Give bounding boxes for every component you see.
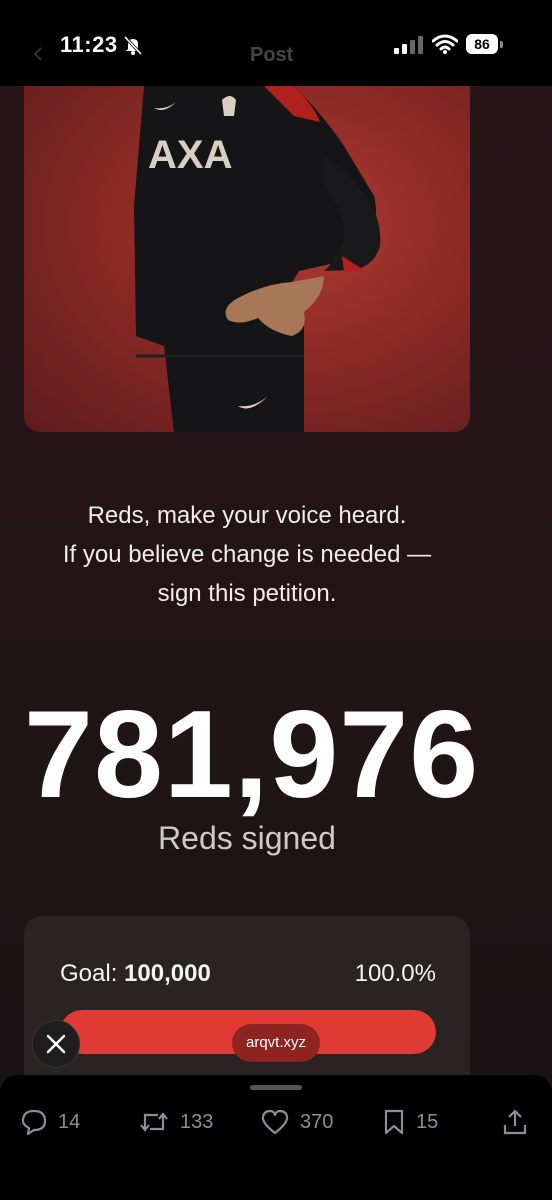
repost-button[interactable]: 133: [138, 1107, 213, 1137]
back-arrow-icon[interactable]: [30, 46, 46, 62]
reply-count: 14: [58, 1110, 81, 1133]
cellular-signal-icon: [394, 36, 423, 54]
battery-cap: [500, 41, 503, 48]
sponsor-logo: AXA: [148, 133, 232, 177]
bookmark-count: 15: [416, 1110, 439, 1133]
share-button[interactable]: [502, 1107, 538, 1137]
message-line-2: If you believe change is needed —: [62, 541, 432, 568]
repost-count: 133: [180, 1110, 214, 1133]
petition-message: Reds, make your voice heard. If you beli…: [0, 496, 494, 613]
signature-count: 781,976: [24, 686, 480, 824]
status-bar: 11:23 Post 86: [0, 0, 552, 86]
share-icon: [503, 1109, 527, 1135]
bookmark-icon: [384, 1109, 404, 1135]
link-domain-badge[interactable]: arqvt.xyz: [232, 1024, 320, 1062]
goal-value: 100,000: [124, 960, 211, 987]
bell-off-icon: [123, 35, 143, 56]
player-illustration: AXA: [134, 86, 381, 432]
close-button[interactable]: [32, 1020, 80, 1068]
like-count: 370: [300, 1110, 334, 1133]
heart-icon: [261, 1109, 289, 1135]
battery-level: 86: [466, 34, 498, 54]
sheet-grabber[interactable]: [250, 1085, 302, 1090]
goal-text: Goal: 100,000: [60, 960, 211, 988]
bookmark-button[interactable]: 15: [382, 1107, 438, 1137]
wifi-icon: [432, 34, 458, 54]
goal-percent: 100.0%: [354, 960, 436, 987]
close-icon: [46, 1034, 66, 1054]
message-line-3: sign this petition.: [157, 580, 337, 607]
speech-bubble-icon: [21, 1109, 47, 1136]
like-button[interactable]: 370: [260, 1107, 333, 1137]
header-title: Post: [250, 44, 294, 66]
goal-label: Goal:: [60, 960, 118, 987]
club-crest: [222, 96, 236, 116]
battery-icon: 86: [466, 34, 504, 54]
reply-button[interactable]: 14: [20, 1107, 80, 1137]
message-line-1: Reds, make your voice heard.: [87, 502, 407, 529]
post-action-bar: 14 133 370 15: [0, 1075, 552, 1200]
signature-count-label: Reds signed: [158, 820, 336, 856]
hero-photo[interactable]: AXA: [24, 86, 470, 432]
repost-arrows-icon: [140, 1112, 168, 1132]
status-time: 11:23: [60, 32, 118, 57]
